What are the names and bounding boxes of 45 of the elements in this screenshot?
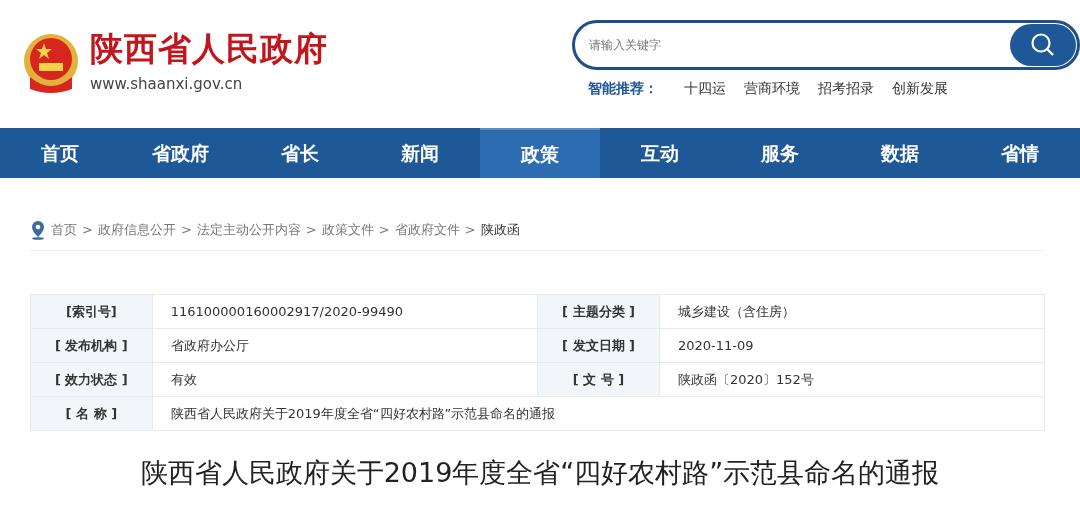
field-value: 城乡建设（含住房） [659,294,1045,329]
recommend-link[interactable]: 创新发展 [892,78,948,99]
nav-tab[interactable]: 首页 [0,128,120,178]
field-value: 陕西省人民政府关于2019年度全省“四好农村路”示范县命名的通报 [152,396,1045,431]
field-value: 有效 [152,362,538,397]
breadcrumb-link[interactable]: 省政府文件 [394,220,460,240]
recommend-link[interactable]: 招考招录 [818,78,874,99]
field-label: [ 名 称 ] [30,396,153,431]
field-label: [ 发布机构 ] [30,328,153,363]
field-value: 2020-11-09 [659,328,1045,363]
breadcrumb-separator: > [82,221,93,240]
nav-tab[interactable]: 政策 [480,128,600,178]
breadcrumb-separator: > [378,221,390,240]
breadcrumb-link[interactable]: 首页 [51,220,77,240]
site-url: www.shaanxi.gov.cn [90,74,244,96]
nav-tab[interactable]: 互动 [600,128,720,178]
site-name: 陕西省人民政府 [90,32,328,66]
nav-tab[interactable]: 省长 [240,128,360,178]
location-pin-icon [30,220,46,240]
field-label: [ 效力状态 ] [30,362,153,397]
document-title: 陕西省人民政府关于2019年度全省“四好农村路”示范县命名的通报 [139,456,941,490]
nav-tab[interactable]: 新闻 [360,128,480,178]
nav-tab[interactable]: 数据 [840,128,960,178]
nav-tab[interactable]: 省情 [960,128,1080,178]
breadcrumb-link[interactable]: 政策文件 [321,220,374,240]
field-value: 省政府办公厅 [152,328,538,363]
recommend-link[interactable]: 十四运 [684,78,726,99]
field-label: [ 文 号 ] [537,362,660,397]
search-field[interactable]: 请输入关键字 [572,20,1080,70]
breadcrumb-link[interactable]: 政府信息公开 [97,220,176,240]
breadcrumb-separator: > [305,221,317,240]
nav-tab[interactable]: 省政府 [120,128,240,178]
search-icon [1030,32,1056,58]
field-label: [ 主题分类 ] [537,294,660,329]
field-value: 陕政函〔2020〕152号 [659,362,1045,397]
nav-tab[interactable]: 服务 [720,128,840,178]
breadcrumb-separator: > [180,221,192,240]
field-label: [索引号] [30,294,153,329]
breadcrumb-link[interactable]: 法定主动公开内容 [196,220,301,240]
field-value: 116100000160002917/2020-99490 [152,294,538,329]
search-button[interactable] [1010,24,1076,66]
recommend-link[interactable]: 营商环境 [744,78,800,99]
breadcrumb-separator: > [464,221,476,240]
recommend-label: 智能推荐： [588,79,658,98]
field-label: [ 发文日期 ] [537,328,660,363]
